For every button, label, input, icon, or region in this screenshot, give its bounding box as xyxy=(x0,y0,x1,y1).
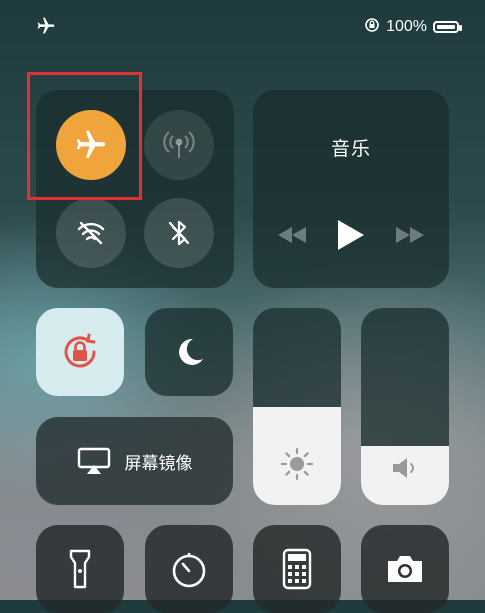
status-airplane-icon xyxy=(36,16,56,38)
volume-slider[interactable] xyxy=(361,308,449,505)
music-controls xyxy=(253,218,449,257)
next-track-button[interactable] xyxy=(394,225,426,250)
brightness-slider[interactable] xyxy=(253,308,341,505)
rewind-icon xyxy=(278,227,306,243)
bluetooth-off-icon xyxy=(168,220,190,246)
highlight-box xyxy=(27,72,142,200)
previous-track-button[interactable] xyxy=(276,225,308,250)
music-panel[interactable]: 音乐 xyxy=(253,90,449,288)
orientation-lock-status-icon xyxy=(364,17,380,38)
flashlight-icon xyxy=(69,549,91,589)
screen-mirroring-button[interactable]: 屏幕镜像 xyxy=(36,417,233,505)
play-button[interactable] xyxy=(336,218,366,257)
speaker-icon xyxy=(361,455,449,481)
wifi-off-icon xyxy=(77,221,105,245)
battery-icon xyxy=(433,21,462,33)
screen-mirroring-label: 屏幕镜像 xyxy=(124,453,193,473)
battery-percent: 100% xyxy=(386,18,427,35)
music-title: 音乐 xyxy=(330,139,371,160)
wifi-toggle[interactable] xyxy=(56,198,126,268)
play-icon xyxy=(338,220,364,250)
moon-icon xyxy=(179,338,203,365)
do-not-disturb-toggle[interactable] xyxy=(145,308,233,396)
rotation-lock-icon xyxy=(64,333,96,368)
calculator-icon xyxy=(282,548,312,590)
sun-icon xyxy=(253,447,341,481)
cellular-data-toggle[interactable] xyxy=(144,110,214,180)
camera-icon xyxy=(388,556,422,582)
cellular-antenna-icon xyxy=(163,131,195,158)
airplay-icon xyxy=(77,447,110,474)
rotation-lock-toggle[interactable] xyxy=(36,308,124,396)
fast-forward-icon xyxy=(396,227,424,243)
bluetooth-toggle[interactable] xyxy=(144,198,214,268)
timer-icon xyxy=(172,553,206,588)
status-right: 100% xyxy=(364,16,462,38)
